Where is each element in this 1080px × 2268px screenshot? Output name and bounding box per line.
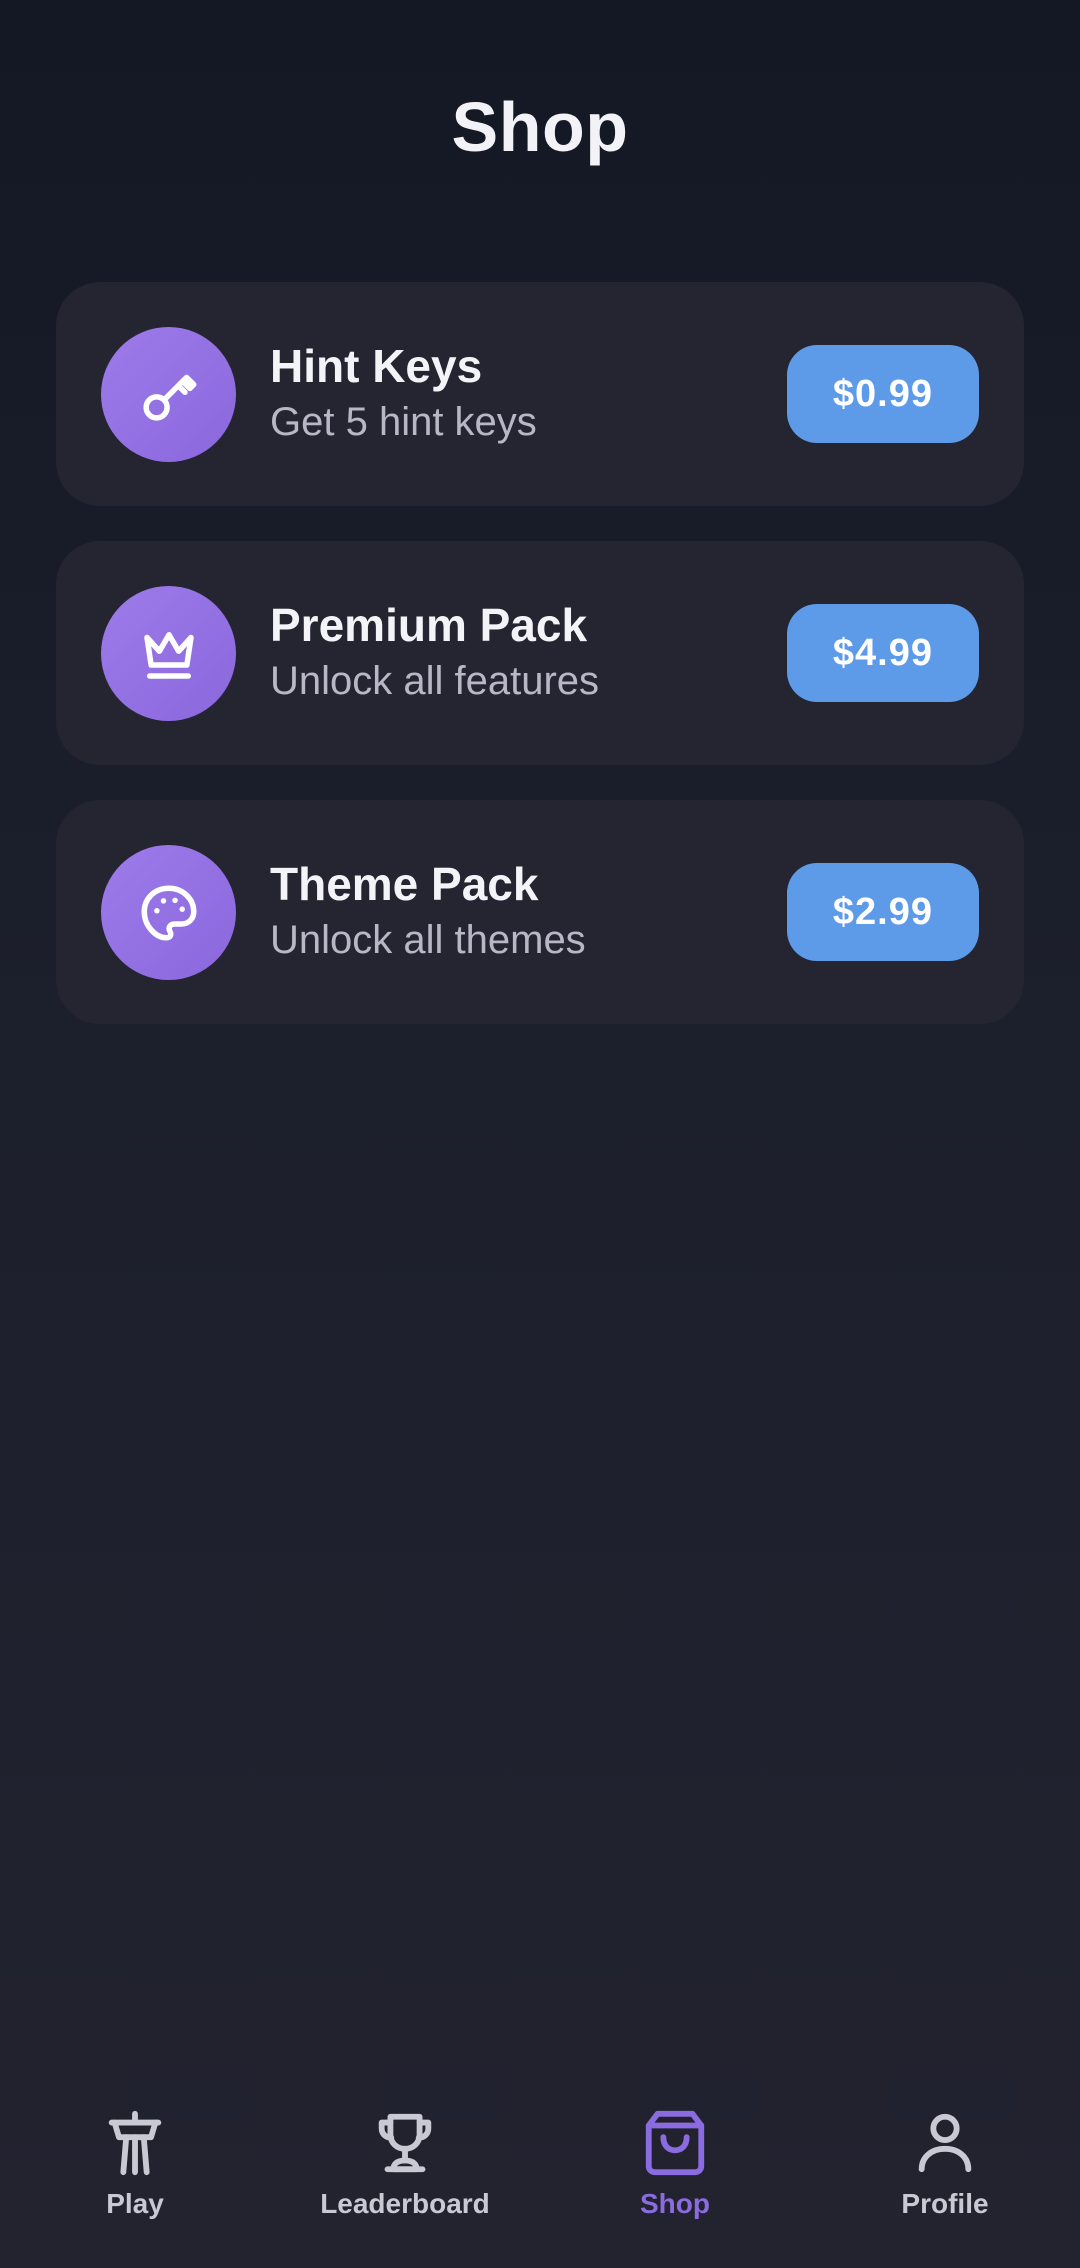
key-icon — [101, 327, 236, 462]
nav-item-play[interactable]: Play — [0, 2108, 270, 2268]
nav-label-profile: Profile — [901, 2188, 989, 2219]
shop-item-hint-keys: Hint Keys Get 5 hint keys $0.99 — [56, 282, 1024, 506]
palette-icon — [101, 845, 236, 980]
shop-item-list: Hint Keys Get 5 hint keys $0.99 Premium … — [56, 282, 1024, 1059]
shopping-bag-icon — [645, 2110, 705, 2176]
person-icon — [918, 2113, 972, 2173]
shop-item-theme-pack: Theme Pack Unlock all themes $2.99 — [56, 800, 1024, 1024]
nav-item-profile[interactable]: Profile — [810, 2108, 1080, 2268]
trophy-icon — [378, 2113, 432, 2173]
item-description: Unlock all themes — [270, 918, 586, 962]
item-title: Theme Pack — [270, 858, 539, 910]
nav-label-play: Play — [106, 2188, 164, 2219]
buy-theme-pack-button[interactable]: $2.99 — [786, 863, 979, 961]
nav-label-shop: Shop — [640, 2188, 710, 2219]
bottom-navigation: Play Leaderboard Shop Profile — [0, 2108, 1080, 2268]
item-description: Unlock all features — [270, 659, 600, 703]
item-description: Get 5 hint keys — [270, 400, 537, 444]
tower-icon — [108, 2110, 162, 2176]
item-title: Premium Pack — [270, 599, 588, 651]
buy-premium-pack-button[interactable]: $4.99 — [786, 604, 979, 702]
nav-item-leaderboard[interactable]: Leaderboard — [270, 2108, 540, 2268]
nav-item-shop[interactable]: Shop — [540, 2108, 810, 2268]
page-title: Shop — [451, 88, 629, 166]
nav-label-leaderboard: Leaderboard — [320, 2188, 490, 2219]
shop-item-premium-pack: Premium Pack Unlock all features $4.99 — [56, 541, 1024, 765]
buy-hint-keys-button[interactable]: $0.99 — [786, 345, 979, 443]
item-title: Hint Keys — [270, 340, 483, 392]
crown-icon — [101, 586, 236, 721]
